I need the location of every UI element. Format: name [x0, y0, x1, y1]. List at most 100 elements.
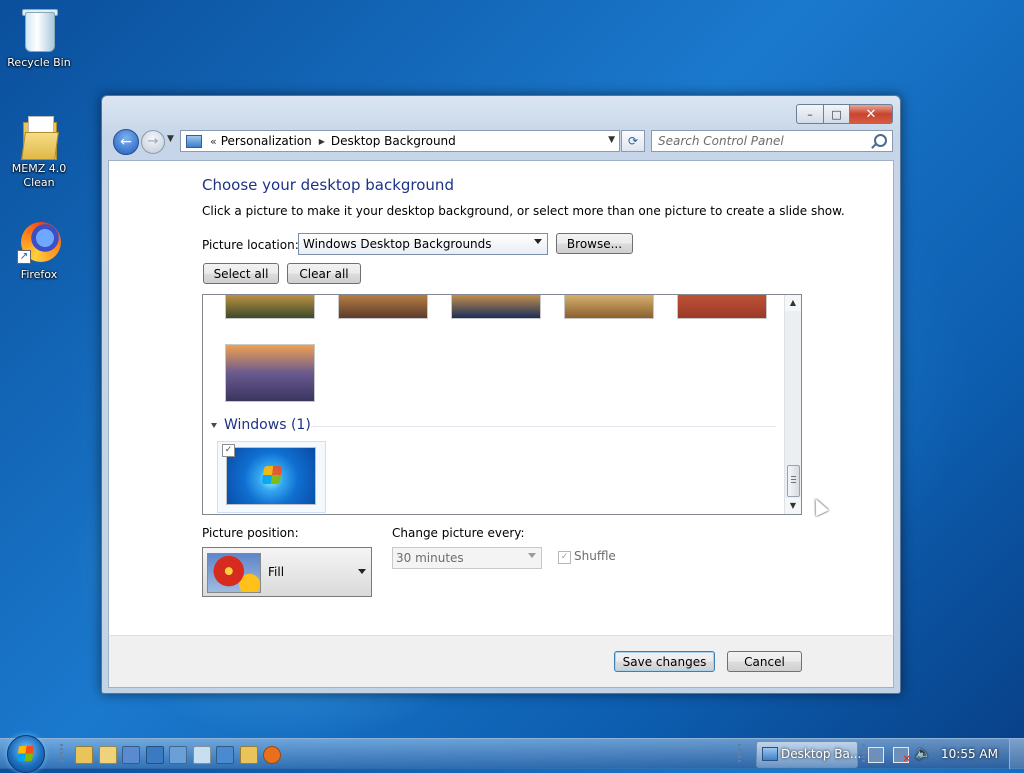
refresh-icon: ⟳ — [627, 134, 639, 148]
breadcrumb-separator-icon[interactable]: ▶ — [319, 137, 325, 146]
maximize-button[interactable]: □ — [824, 104, 850, 124]
close-icon: ✕ — [865, 106, 877, 122]
scroll-up-icon[interactable]: ▲ — [785, 295, 801, 311]
network-disconnected-icon[interactable]: ✕ — [893, 747, 911, 765]
taskbar-grip[interactable] — [738, 744, 741, 764]
page-title: Choose your desktop background — [202, 176, 454, 194]
scrollbar-thumb[interactable] — [787, 465, 800, 497]
recycle-bin-icon[interactable] — [192, 746, 211, 764]
windows-logo-icon — [16, 746, 35, 761]
windows-wallpaper-thumbnail — [226, 447, 316, 505]
wallpaper-thumbnail-landscape-6[interactable] — [225, 344, 315, 402]
picture-checkbox[interactable]: ✓ — [222, 444, 235, 457]
picture-gallery: Windows (1) ✓ ▲ ▼ — [202, 294, 802, 515]
windows-logo-icon — [261, 466, 283, 484]
close-button[interactable]: ✕ — [850, 104, 893, 124]
wallpaper-thumbnail-landscape-5[interactable] — [677, 295, 767, 319]
wallpaper-thumbnail-landscape-1[interactable] — [225, 295, 315, 319]
firefox-icon: ↗ — [15, 218, 63, 266]
minimize-button[interactable]: – — [796, 104, 824, 124]
control-panel-icon — [762, 747, 778, 761]
picture-position-label: Picture position: — [202, 526, 299, 540]
taskbar: Desktop Ba... ✕ 🔈 10:55 AM — [0, 735, 1024, 773]
shuffle-checkbox[interactable]: ✓ — [558, 551, 571, 564]
save-changes-button[interactable]: Save changes — [614, 651, 715, 672]
change-picture-label: Change picture every: — [392, 526, 525, 540]
collapse-triangle-icon — [211, 422, 217, 428]
breadcrumb-desktop-background[interactable]: Desktop Background — [331, 134, 456, 148]
back-button[interactable]: ← — [113, 129, 139, 155]
navigation-bar: ← → ▼ « Personalization ▶ Desktop Backgr… — [110, 129, 894, 155]
taskbar-button-desktop-background[interactable]: Desktop Ba... — [756, 741, 862, 768]
recent-pages-dropdown[interactable]: ▼ — [167, 134, 174, 144]
documents-icon[interactable] — [98, 746, 117, 764]
group-divider — [311, 426, 776, 427]
search-input[interactable] — [658, 134, 858, 148]
select-all-button[interactable]: Select all — [203, 263, 279, 284]
picture-location-label: Picture location: — [202, 238, 299, 252]
main-content: Choose your desktop background Click a p… — [108, 160, 894, 636]
change-picture-value: 30 minutes — [396, 551, 464, 565]
address-bar[interactable]: « Personalization ▶ Desktop Background ▼ — [180, 130, 620, 152]
group-header-windows[interactable]: Windows (1) — [211, 417, 311, 433]
wallpaper-thumbnail-landscape-3[interactable] — [451, 295, 541, 319]
picture-location-select[interactable]: Windows Desktop Backgrounds — [298, 233, 548, 255]
scroll-down-icon[interactable]: ▼ — [785, 498, 801, 514]
clear-all-button[interactable]: Clear all — [287, 263, 361, 284]
wallpaper-thumbnail-landscape-4[interactable] — [564, 295, 654, 319]
flower-preview-icon — [207, 553, 261, 593]
firefox-icon[interactable] — [263, 746, 281, 764]
forward-button[interactable]: → — [141, 130, 165, 154]
shortcut-arrow-icon: ↗ — [17, 250, 31, 264]
minimize-icon: – — [807, 107, 813, 121]
forward-arrow-icon: → — [147, 134, 159, 149]
volume-icon[interactable]: 🔈 — [915, 747, 931, 761]
breadcrumb-overflow[interactable]: « — [210, 135, 217, 148]
chevron-down-icon — [358, 569, 366, 574]
maximize-icon: □ — [831, 107, 842, 121]
wallpaper-thumbnail-landscape-2[interactable] — [338, 295, 428, 319]
desktop-icon-label: MEMZ 4.0 Clean — [11, 162, 67, 189]
back-arrow-icon: ← — [120, 134, 132, 150]
search-box — [651, 130, 893, 152]
show-desktop-button[interactable] — [1009, 739, 1024, 769]
group-title: Windows (1) — [224, 417, 311, 433]
change-picture-select[interactable]: 30 minutes — [392, 547, 542, 569]
clock[interactable]: 10:55 AM — [941, 747, 998, 761]
window-controls: – □ ✕ — [796, 104, 893, 124]
desktop-icon-label: Firefox — [20, 268, 58, 281]
breadcrumb-personalization[interactable]: Personalization — [221, 134, 312, 148]
taskbar-button-label: Desktop Ba... — [781, 747, 862, 761]
start-button[interactable] — [7, 735, 45, 773]
folder-icon[interactable] — [239, 746, 258, 764]
chevron-down-icon — [528, 553, 536, 558]
chevron-down-icon — [534, 239, 542, 244]
taskbar-grip[interactable] — [60, 744, 63, 764]
cancel-button[interactable]: Cancel — [727, 651, 802, 672]
dialog-footer: Save changes Cancel — [108, 635, 894, 688]
desktop-icon-memz[interactable]: MEMZ 4.0 Clean — [4, 112, 74, 190]
folder-icon — [15, 112, 63, 160]
computer-icon[interactable] — [122, 746, 140, 764]
desktop-background-window: – □ ✕ ← → ▼ « Personalization ▶ Desktop … — [101, 95, 901, 694]
shuffle-label: Shuffle — [574, 549, 616, 563]
page-description: Click a picture to make it your desktop … — [202, 204, 845, 218]
picture-position-value: Fill — [268, 565, 285, 579]
desktop-icon-recycle-bin[interactable]: Recycle Bin — [4, 6, 74, 70]
picture-item-windows[interactable]: ✓ — [217, 441, 326, 513]
explorer-icon[interactable] — [75, 746, 93, 764]
network-icon[interactable] — [145, 746, 164, 764]
refresh-button[interactable]: ⟳ — [621, 130, 645, 152]
control-panel-icon — [186, 134, 202, 148]
browse-button[interactable]: Browse... — [556, 233, 633, 254]
search-icon[interactable] — [874, 134, 887, 147]
desktop-icon-firefox[interactable]: ↗ Firefox — [4, 218, 74, 282]
picture-position-select[interactable]: Fill — [202, 547, 372, 597]
control-panel-icon[interactable] — [169, 746, 187, 764]
address-dropdown-icon[interactable]: ▼ — [608, 135, 615, 145]
action-center-icon[interactable] — [868, 747, 884, 763]
recycle-bin-icon — [15, 6, 63, 54]
taskbar-grip[interactable] — [862, 744, 865, 764]
gallery-scrollbar[interactable]: ▲ ▼ — [784, 295, 801, 514]
display-icon[interactable] — [216, 746, 234, 764]
